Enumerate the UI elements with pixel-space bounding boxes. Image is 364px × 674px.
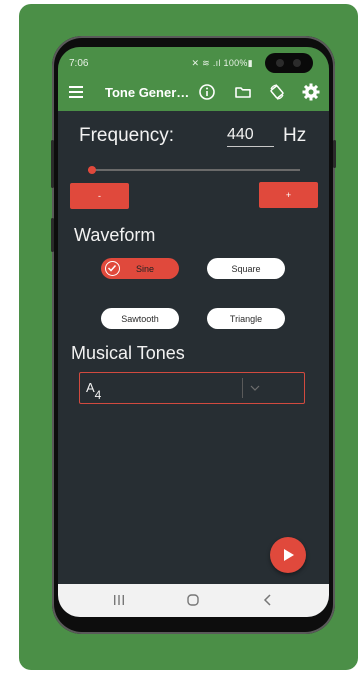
menu-icon[interactable] — [69, 86, 83, 98]
waveform-title: Waveform — [74, 225, 156, 245]
phone-side-button — [51, 140, 54, 188]
decrement-button[interactable]: - — [70, 183, 129, 209]
rotate-icon[interactable] — [268, 83, 286, 101]
front-camera — [265, 53, 313, 73]
select-divider — [242, 378, 243, 398]
status-time: 7:06 — [69, 58, 89, 69]
play-button[interactable] — [270, 537, 306, 573]
app-title: Tone Gener… — [105, 85, 190, 100]
home-icon[interactable] — [184, 592, 202, 608]
chevron-down-icon — [250, 385, 260, 391]
waveform-chip-label: Sawtooth — [121, 313, 159, 324]
note-letter: A — [86, 380, 95, 395]
info-icon[interactable] — [198, 83, 216, 101]
waveform-chip-sawtooth[interactable]: Sawtooth — [101, 308, 179, 329]
waveform-chip-label: Sine — [135, 263, 154, 274]
status-indicators: ✕ ≋ .ıl 100%▮ — [191, 58, 253, 68]
frequency-label: Frequency: — [79, 125, 175, 146]
recent-apps-icon[interactable] — [110, 592, 128, 608]
app-bar: Tone Gener… — [58, 75, 329, 111]
phone-side-button — [51, 218, 54, 252]
note-select-value: A4 — [86, 380, 102, 402]
check-icon — [105, 261, 120, 276]
play-icon — [284, 549, 294, 561]
note-select[interactable]: A4 — [79, 372, 305, 404]
system-nav-bar — [58, 584, 329, 617]
note-octave: 4 — [94, 387, 102, 402]
frequency-input[interactable]: 440 — [227, 126, 274, 147]
waveform-chip-triangle[interactable]: Triangle — [207, 308, 285, 329]
increment-button[interactable]: + — [259, 182, 318, 208]
frequency-unit: Hz — [283, 125, 307, 146]
waveform-chip-sine[interactable]: Sine — [101, 258, 179, 279]
frequency-slider[interactable] — [88, 166, 300, 174]
slider-thumb[interactable] — [88, 166, 97, 174]
waveform-chip-label: Triangle — [229, 313, 263, 324]
phone-screen: 7:06 ✕ ≋ .ıl 100%▮ Tone Gener… Frequency… — [58, 47, 329, 617]
musical-tones-title: Musical Tones — [71, 343, 185, 363]
waveform-chip-square[interactable]: Square — [207, 258, 285, 279]
folder-icon[interactable] — [234, 83, 252, 101]
phone-side-button — [333, 140, 336, 168]
back-icon[interactable] — [259, 592, 277, 608]
gear-icon[interactable] — [302, 83, 320, 101]
status-bar: 7:06 ✕ ≋ .ıl 100%▮ — [58, 47, 329, 75]
waveform-chip-label: Square — [231, 263, 261, 274]
